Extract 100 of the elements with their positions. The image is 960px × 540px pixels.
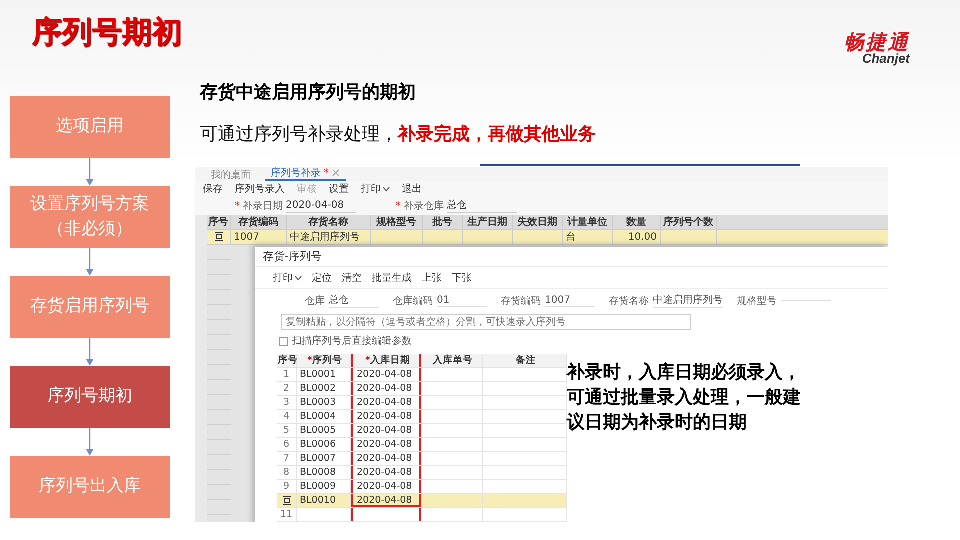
- row-number: 7: [283, 453, 290, 464]
- toolbar-button[interactable]: 退出: [402, 182, 422, 196]
- toolbar-button[interactable]: 批量生成: [372, 271, 412, 285]
- toolbar-button[interactable]: 定位: [312, 271, 332, 285]
- column-header: 计量单位: [563, 215, 613, 229]
- field-label: 规格型号: [737, 294, 777, 308]
- close-icon[interactable]: [332, 169, 340, 177]
- row-number: 5: [283, 425, 290, 436]
- table-cell: 1007: [234, 232, 260, 242]
- toolbar-button[interactable]: 清空: [342, 271, 362, 285]
- table-cell: 2020-04-08: [357, 481, 412, 492]
- table-cell: 2020-04-08: [357, 439, 412, 450]
- table-cell: BL0009: [300, 481, 336, 492]
- table-cell: 2020-04-08: [357, 425, 412, 436]
- column-header: 失效日期: [513, 215, 563, 229]
- note-text: 可通过序列号补录处理，: [200, 124, 398, 145]
- table-cell: BL0004: [300, 411, 336, 422]
- toolbar-button[interactable]: 保存: [203, 182, 223, 196]
- table-row[interactable]: 4 BL0004 2020-04-08: [277, 410, 567, 424]
- row-marker-icon: [282, 496, 292, 506]
- toolbar-button[interactable]: 序列号录入: [235, 182, 285, 196]
- field-value[interactable]: 总仓: [447, 199, 517, 213]
- table-row[interactable]: 3 BL0003 2020-04-08: [277, 396, 567, 410]
- field-value[interactable]: 总仓: [329, 293, 379, 308]
- field-value[interactable]: 1007: [545, 294, 595, 306]
- table-cell: BL0003: [300, 397, 336, 408]
- column-header: 生产日期: [463, 215, 513, 229]
- table-row[interactable]: 7 BL0007 2020-04-08: [277, 452, 567, 466]
- column-header: 序列号个数: [661, 215, 717, 229]
- table-cell: 2020-04-08: [357, 495, 412, 506]
- flow-step: 选项启用: [10, 96, 170, 158]
- column-header: 存货编码: [231, 215, 287, 229]
- table-cell: 10.00: [628, 232, 657, 242]
- table-cell: BL0002: [300, 383, 336, 394]
- row-number: 2: [283, 383, 290, 394]
- table-row[interactable]: BL0010 2020-04-08: [277, 494, 567, 508]
- toolbar-button[interactable]: 上张: [422, 271, 442, 285]
- table-cell: 2020-04-08: [357, 411, 412, 422]
- toolbar-button[interactable]: 打印: [361, 182, 390, 196]
- row-number: 9: [283, 481, 290, 492]
- field-value[interactable]: 01: [437, 294, 487, 306]
- table-cell: 2020-04-08: [357, 383, 412, 394]
- column-header: *入库日期: [351, 354, 421, 367]
- table-cell: BL0010: [300, 495, 336, 506]
- table-row[interactable]: 6 BL0006 2020-04-08: [277, 438, 567, 452]
- toolbar-button[interactable]: 设置: [329, 182, 349, 196]
- row-number: 11: [280, 509, 293, 520]
- table-row[interactable]: 1 BL0001 2020-04-08: [277, 368, 567, 382]
- caret-icon: [295, 276, 302, 280]
- column-header: 序号: [207, 215, 231, 229]
- flow-step: 设置序列号方案（非必须）: [10, 186, 170, 248]
- table-cell-text: 台: [566, 230, 576, 244]
- table-cell: 2020-04-08: [357, 397, 412, 408]
- row-number: 6: [283, 439, 290, 450]
- checkbox[interactable]: [279, 336, 288, 346]
- required-mark: *: [235, 200, 240, 212]
- table-cell: 2020-04-08: [357, 467, 412, 478]
- table-row[interactable]: 2 BL0002 2020-04-08: [277, 382, 567, 396]
- table-row[interactable]: 1007 中途启用序列号 台 10.00: [207, 230, 888, 245]
- serial-input-field[interactable]: 复制粘贴，以分隔符（逗号或者空格）分割，可快速录入序列号: [281, 314, 691, 330]
- connector-arrow: [85, 428, 95, 456]
- row-number: 4: [283, 411, 290, 422]
- connector-arrow: [85, 338, 95, 366]
- column-header: 序号: [277, 354, 297, 367]
- table-row[interactable]: 11: [277, 508, 567, 522]
- connector-arrow: [85, 158, 95, 186]
- field-value[interactable]: 中途启用序列号: [653, 293, 723, 308]
- column-header: 存货名称: [287, 215, 371, 229]
- row-number: 8: [283, 467, 290, 478]
- column-header: 数量: [613, 215, 661, 229]
- toolbar-button[interactable]: 下张: [452, 271, 472, 285]
- connector-arrow: [85, 248, 95, 276]
- table-cell: BL0008: [300, 467, 336, 478]
- field-label: 仓库编码: [393, 294, 433, 308]
- field-value[interactable]: 2020-04-08: [286, 199, 356, 213]
- column-header: 备注: [483, 354, 567, 367]
- column-header: 入库单号: [421, 354, 483, 367]
- table-cell: 2020-04-08: [357, 453, 412, 464]
- checkbox-label: 扫描序列号后直接编辑参数: [292, 334, 412, 348]
- caret-icon: [383, 186, 390, 192]
- toolbar-button[interactable]: 打印: [273, 271, 302, 285]
- row-marker-icon: [214, 232, 224, 242]
- dialog-title: 存货-序列号: [255, 247, 888, 267]
- flow-step: 序列号期初: [10, 366, 170, 428]
- table-row[interactable]: 8 BL0008 2020-04-08: [277, 466, 567, 480]
- row-number: 3: [283, 397, 290, 408]
- row-number: 1: [283, 369, 290, 380]
- column-header: 规格型号: [371, 215, 423, 229]
- table-cell: BL0007: [300, 453, 336, 464]
- note-emphasis: 补录完成，再做其他业务: [398, 124, 596, 145]
- table-cell: 2020-04-08: [357, 369, 412, 380]
- field-label: 补录日期: [243, 200, 283, 212]
- required-mark: *: [396, 200, 401, 212]
- table-cell-text: 中途启用序列号: [290, 230, 360, 244]
- table-row[interactable]: 5 BL0005 2020-04-08: [277, 424, 567, 438]
- column-header: *序列号: [297, 354, 351, 367]
- column-header: 批号: [423, 215, 463, 229]
- table-cell: BL0001: [300, 369, 336, 380]
- flow-step: 序列号出入库: [10, 456, 170, 518]
- logo: 畅捷通 Chanjet: [844, 32, 910, 66]
